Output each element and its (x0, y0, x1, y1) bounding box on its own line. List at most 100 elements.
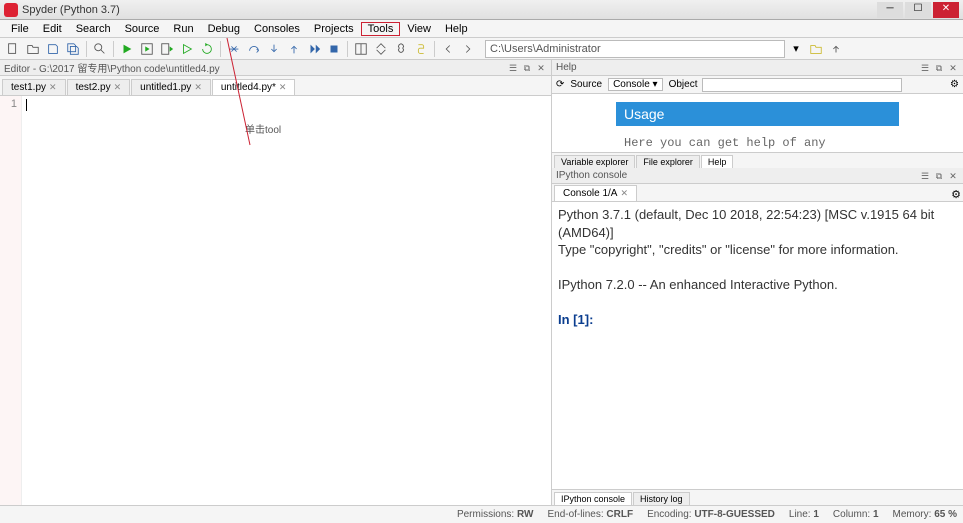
toolbar: C:\Users\Administrator ▾ (0, 38, 963, 60)
help-body: Usage Here you can get help of any (552, 94, 963, 152)
ipython-undock-icon[interactable]: ⧉ (933, 170, 945, 182)
menu-edit[interactable]: Edit (36, 22, 69, 36)
status-permissions: Permissions: RW (457, 509, 534, 520)
bottom-tab-ipython-console[interactable]: IPython console (554, 492, 632, 505)
browse-folder-icon[interactable] (807, 40, 825, 58)
tab-close-icon[interactable]: ✕ (279, 82, 287, 93)
editor-options-icon[interactable]: ☰ (507, 62, 519, 74)
help-close-icon[interactable]: ✕ (947, 62, 959, 74)
menu-tools[interactable]: Tools (361, 22, 401, 36)
window-title: Spyder (Python 3.7) (22, 4, 875, 16)
editor-header-title: Editor - G:\2017 留专用\Python code\untitle… (4, 60, 505, 75)
step-over-icon[interactable] (245, 40, 263, 58)
console-tab[interactable]: Console 1/A✕ (554, 185, 637, 201)
working-directory-input[interactable]: C:\Users\Administrator (485, 40, 785, 58)
code-area[interactable] (22, 96, 551, 505)
tab-close-icon[interactable]: ✕ (194, 82, 202, 93)
preferences-icon[interactable] (392, 40, 410, 58)
source-select[interactable]: Console ▾ (608, 78, 663, 91)
parent-dir-icon[interactable] (827, 40, 845, 58)
run-selection-icon[interactable] (178, 40, 196, 58)
help-options-icon[interactable]: ☰ (919, 62, 931, 74)
run-cell-advance-icon[interactable] (158, 40, 176, 58)
maximize-button[interactable]: ☐ (905, 2, 931, 18)
rerun-icon[interactable] (198, 40, 216, 58)
console-tabs: Console 1/A✕ ⚙ (552, 184, 963, 202)
help-header-title: Help (556, 62, 917, 73)
console-gear-icon[interactable]: ⚙ (951, 188, 961, 201)
code-editor[interactable]: 1 单击tool (0, 96, 551, 505)
layout-icon[interactable] (352, 40, 370, 58)
debug-icon[interactable] (225, 40, 243, 58)
menu-bar: FileEditSearchSourceRunDebugConsolesProj… (0, 20, 963, 38)
run-cell-icon[interactable] (138, 40, 156, 58)
editor-tab[interactable]: test1.py✕ (2, 79, 66, 95)
step-into-icon[interactable] (265, 40, 283, 58)
editor-undock-icon[interactable]: ⧉ (521, 62, 533, 74)
help-subtabs: Variable explorerFile explorerHelp (552, 152, 963, 168)
status-encoding: Encoding: UTF-8-GUESSED (647, 509, 775, 520)
help-gear-icon[interactable]: ⚙ (950, 79, 959, 90)
search-icon[interactable] (91, 40, 109, 58)
subtab-file-explorer[interactable]: File explorer (636, 155, 700, 168)
subtab-help[interactable]: Help (701, 155, 734, 168)
save-icon[interactable] (44, 40, 62, 58)
editor-tab[interactable]: test2.py✕ (67, 79, 131, 95)
save-all-icon[interactable] (64, 40, 82, 58)
status-line: Line: 1 (789, 509, 819, 520)
menu-run[interactable]: Run (166, 22, 200, 36)
object-input[interactable] (702, 78, 902, 92)
close-button[interactable]: ✕ (933, 2, 959, 18)
cwd-dropdown-icon[interactable]: ▾ (787, 40, 805, 58)
menu-file[interactable]: File (4, 22, 36, 36)
console-bottom-tabs: IPython consoleHistory log (552, 489, 963, 505)
usage-heading: Usage (616, 102, 899, 126)
help-refresh-icon[interactable]: ⟳ (556, 79, 564, 90)
menu-debug[interactable]: Debug (201, 22, 247, 36)
tab-close-icon[interactable]: ✕ (114, 82, 122, 93)
open-file-icon[interactable] (24, 40, 42, 58)
menu-view[interactable]: View (400, 22, 438, 36)
help-toolbar: ⟳ Source Console ▾ Object ⚙ (552, 76, 963, 94)
python-path-icon[interactable] (412, 40, 430, 58)
help-undock-icon[interactable]: ⧉ (933, 62, 945, 74)
continue-icon[interactable] (305, 40, 323, 58)
ipython-close-icon[interactable]: ✕ (947, 170, 959, 182)
console-output[interactable]: Python 3.7.1 (default, Dec 10 2018, 22:5… (552, 202, 963, 489)
tab-close-icon[interactable]: ✕ (49, 82, 57, 93)
line-gutter: 1 (0, 96, 22, 505)
title-bar: Spyder (Python 3.7) ─ ☐ ✕ (0, 0, 963, 20)
menu-help[interactable]: Help (438, 22, 475, 36)
status-bar: Permissions: RW End-of-lines: CRLF Encod… (0, 505, 963, 523)
menu-consoles[interactable]: Consoles (247, 22, 307, 36)
bottom-tab-history-log[interactable]: History log (633, 492, 690, 505)
annotation-label: 单击tool (245, 121, 281, 136)
stop-debug-icon[interactable] (325, 40, 343, 58)
menu-search[interactable]: Search (69, 22, 118, 36)
cwd-back-icon[interactable] (439, 40, 457, 58)
status-column: Column: 1 (833, 509, 879, 520)
usage-text: Here you can get help of any (616, 130, 899, 152)
editor-tab[interactable]: untitled1.py✕ (131, 79, 211, 95)
run-icon[interactable] (118, 40, 136, 58)
cwd-forward-icon[interactable] (459, 40, 477, 58)
step-out-icon[interactable] (285, 40, 303, 58)
maximize-pane-icon[interactable] (372, 40, 390, 58)
minimize-button[interactable]: ─ (877, 2, 903, 18)
subtab-variable-explorer[interactable]: Variable explorer (554, 155, 635, 168)
menu-projects[interactable]: Projects (307, 22, 361, 36)
console-tab-close-icon[interactable]: ✕ (620, 188, 628, 199)
ipython-header-title: IPython console (556, 170, 917, 181)
app-icon (4, 3, 18, 17)
status-memory: Memory: 65 % (893, 509, 957, 520)
status-eol: End-of-lines: CRLF (547, 509, 633, 520)
menu-source[interactable]: Source (118, 22, 167, 36)
editor-close-icon[interactable]: ✕ (535, 62, 547, 74)
object-label: Object (669, 79, 698, 90)
source-label: Source (570, 79, 602, 90)
ipython-options-icon[interactable]: ☰ (919, 170, 931, 182)
new-file-icon[interactable] (4, 40, 22, 58)
help-header: Help ☰ ⧉ ✕ (552, 60, 963, 76)
editor-tab[interactable]: untitled4.py*✕ (212, 79, 296, 95)
editor-tabs: test1.py✕test2.py✕untitled1.py✕untitled4… (0, 76, 551, 96)
